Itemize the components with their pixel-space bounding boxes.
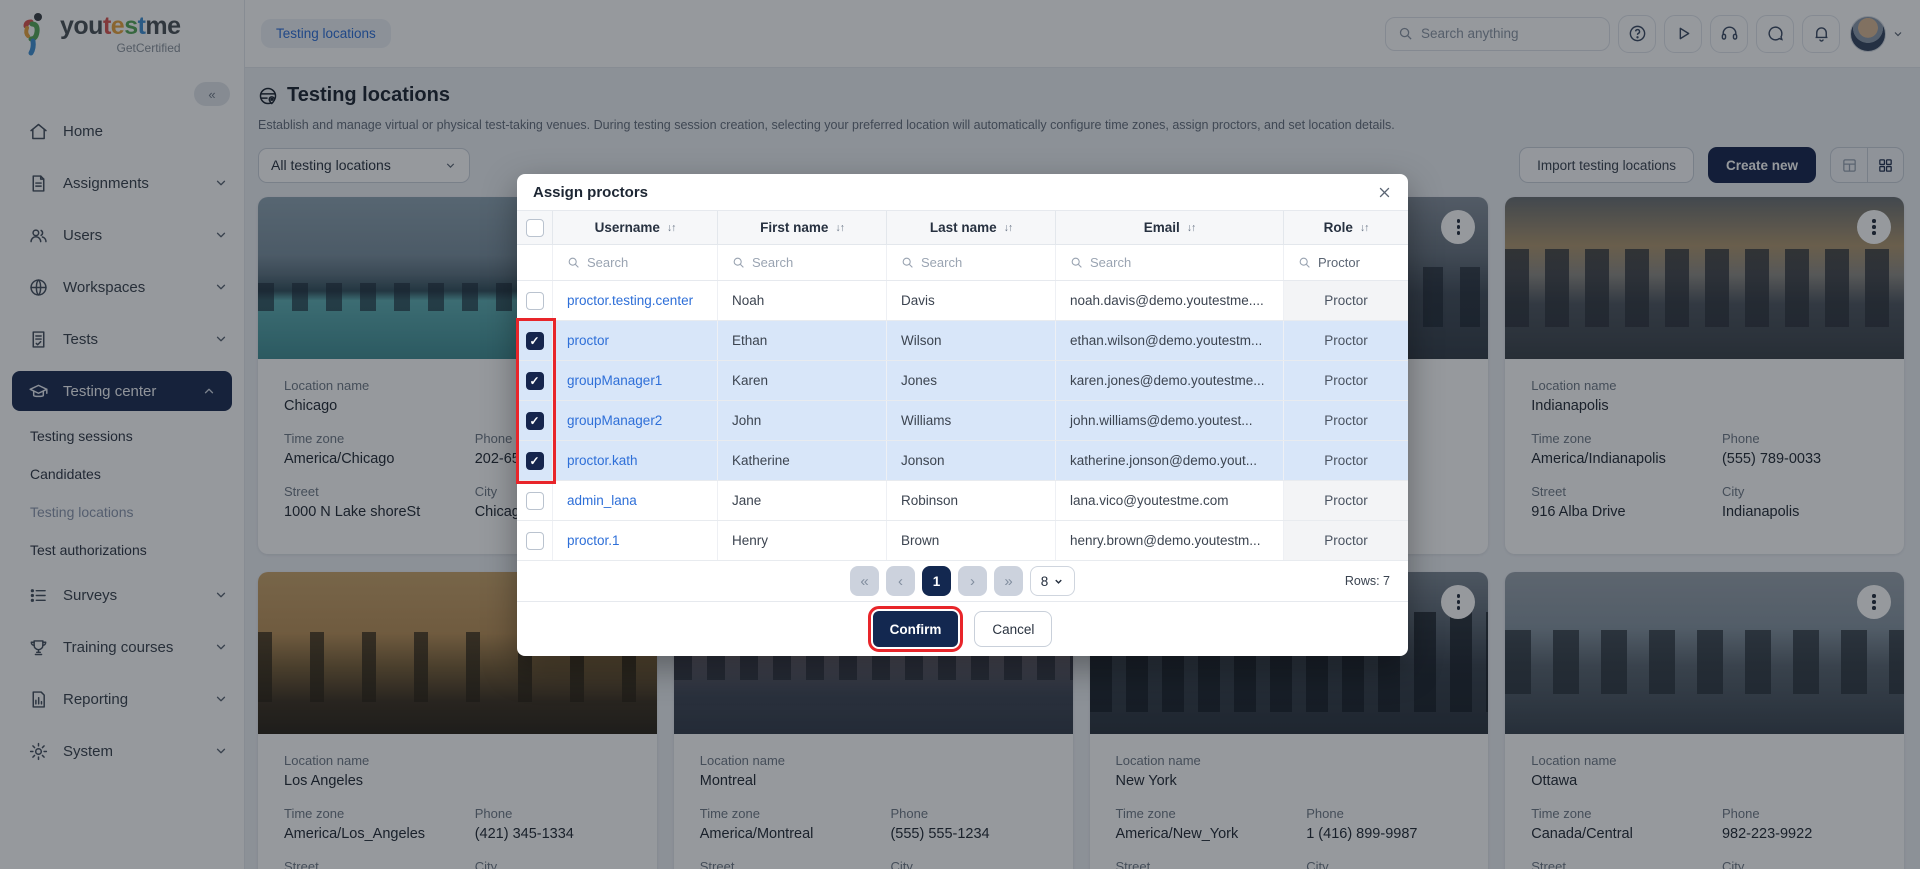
proctor-table-row: groupManager2JohnWilliamsjohn.williams@d… [517,401,1408,441]
search-icon [567,256,580,269]
column-header-email[interactable]: Email [1144,220,1180,235]
proctor-table-row: groupManager1KarenJoneskaren.jones@demo.… [517,361,1408,401]
row-checkbox[interactable] [526,492,544,510]
column-header-username[interactable]: Username [595,220,660,235]
proctor-table-row: proctor.testing.centerNoahDavisnoah.davi… [517,281,1408,321]
username-link[interactable]: groupManager1 [553,361,718,400]
page-size-select[interactable]: 8 [1030,566,1075,596]
sort-icon[interactable]: ↓↑ [1187,222,1196,234]
email-cell: lana.vico@youtestme.com [1056,481,1284,520]
column-header-first-name[interactable]: First name [760,220,828,235]
first-name-cell: John [718,401,887,440]
last-name-cell: Wilson [887,321,1056,360]
row-checkbox-checked[interactable] [526,452,544,470]
assign-proctors-modal: Assign proctors Username ↓↑ First name ↓↑ … [517,174,1408,656]
proctor-table-row: proctor.kathKatherineJonsonkatherine.jon… [517,441,1408,481]
select-all-checkbox[interactable] [526,219,544,237]
first-name-cell: Jane [718,481,887,520]
last-name-cell: Brown [887,521,1056,560]
username-link[interactable]: proctor.1 [553,521,718,560]
confirm-button[interactable]: Confirm [873,611,959,647]
role-cell: Proctor [1284,481,1408,520]
username-link[interactable]: proctor [553,321,718,360]
role-cell: Proctor [1284,441,1408,480]
email-cell: karen.jones@demo.youtestme... [1056,361,1284,400]
email-cell: henry.brown@demo.youtestm... [1056,521,1284,560]
email-cell: katherine.jonson@demo.yout... [1056,441,1284,480]
email-cell: john.williams@demo.youtest... [1056,401,1284,440]
sort-icon[interactable]: ↓↑ [1360,222,1369,234]
first-page-button[interactable]: « [850,566,879,596]
row-checkbox[interactable] [526,292,544,310]
role-cell: Proctor [1284,521,1408,560]
sort-icon[interactable]: ↓↑ [835,222,844,234]
first-name-cell: Karen [718,361,887,400]
sort-icon[interactable]: ↓↑ [1004,222,1013,234]
first-name-cell: Katherine [718,441,887,480]
cancel-button[interactable]: Cancel [974,611,1052,647]
last-name-cell: Jonson [887,441,1056,480]
row-checkbox-checked[interactable] [526,412,544,430]
first-name-filter-input[interactable]: Search [718,245,887,280]
first-name-cell: Henry [718,521,887,560]
first-name-cell: Ethan [718,321,887,360]
proctor-table-row: proctorEthanWilsonethan.wilson@demo.yout… [517,321,1408,361]
table-body: proctor.testing.centerNoahDavisnoah.davi… [517,281,1408,561]
search-icon [901,256,914,269]
page-number-button[interactable]: 1 [922,566,951,596]
header-checkbox-cell [517,211,553,244]
search-icon [1298,256,1311,269]
close-icon [1377,185,1392,200]
last-name-cell: Jones [887,361,1056,400]
search-icon [732,256,745,269]
last-name-cell: Davis [887,281,1056,320]
last-name-cell: Robinson [887,481,1056,520]
email-filter-input[interactable]: Search [1056,245,1284,280]
role-cell: Proctor [1284,321,1408,360]
username-link[interactable]: admin_lana [553,481,718,520]
table-header-row: Username ↓↑ First name ↓↑ Last name ↓↑ Emai… [517,211,1408,245]
role-cell: Proctor [1284,361,1408,400]
column-header-last-name[interactable]: Last name [930,220,997,235]
sort-icon[interactable]: ↓↑ [667,222,676,234]
first-name-cell: Noah [718,281,887,320]
row-checkbox-checked[interactable] [526,332,544,350]
next-page-button[interactable]: › [958,566,987,596]
pagination-bar: « ‹ 1 › » 8 Rows: 7 [517,561,1408,601]
search-icon [1070,256,1083,269]
username-link[interactable]: proctor.kath [553,441,718,480]
row-checkbox-cell [517,441,553,480]
proctor-table-row: admin_lanaJaneRobinsonlana.vico@youtestm… [517,481,1408,521]
row-checkbox-cell [517,521,553,560]
previous-page-button[interactable]: ‹ [886,566,915,596]
username-link[interactable]: groupManager2 [553,401,718,440]
role-cell: Proctor [1284,401,1408,440]
row-checkbox-cell [517,281,553,320]
role-filter-input[interactable]: Proctor [1284,245,1408,280]
row-checkbox-cell [517,481,553,520]
table-filter-row: Search Search Search Search Proctor [517,245,1408,281]
row-checkbox-cell [517,321,553,360]
row-checkbox-checked[interactable] [526,372,544,390]
last-page-button[interactable]: » [994,566,1023,596]
username-link[interactable]: proctor.testing.center [553,281,718,320]
email-cell: ethan.wilson@demo.youtestm... [1056,321,1284,360]
row-checkbox-cell [517,361,553,400]
username-filter-input[interactable]: Search [553,245,718,280]
last-name-filter-input[interactable]: Search [887,245,1056,280]
role-cell: Proctor [1284,281,1408,320]
email-cell: noah.davis@demo.youtestme.... [1056,281,1284,320]
row-checkbox-cell [517,401,553,440]
modal-title: Assign proctors [533,184,648,201]
column-header-role[interactable]: Role [1324,220,1353,235]
proctor-table-row: proctor.1HenryBrownhenry.brown@demo.yout… [517,521,1408,561]
last-name-cell: Williams [887,401,1056,440]
rows-count-label: Rows: 7 [1345,574,1408,588]
modal-close-button[interactable] [1377,185,1392,200]
row-checkbox[interactable] [526,532,544,550]
chevron-down-icon [1053,576,1064,587]
